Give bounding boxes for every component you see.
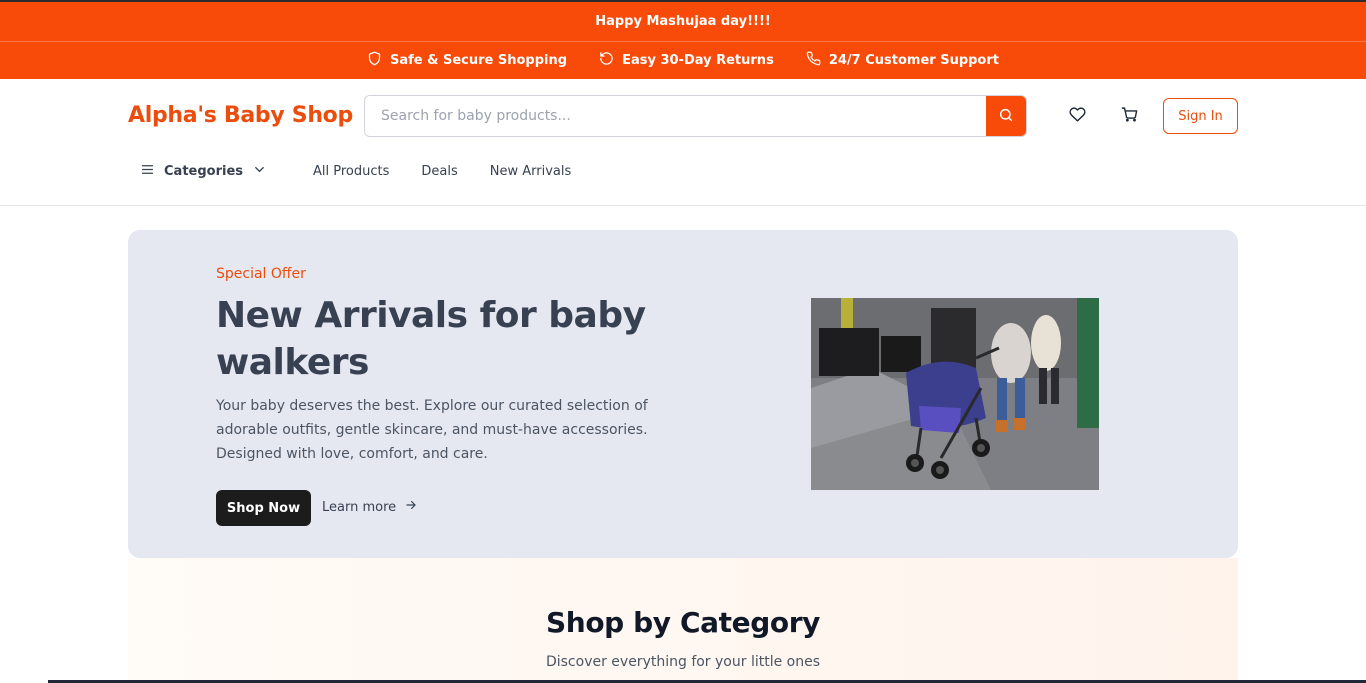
feature-label: Safe & Secure Shopping bbox=[389, 53, 568, 68]
refresh-icon bbox=[599, 51, 614, 70]
promo-banner: Happy Mashujaa day!!!! bbox=[0, 2, 1366, 42]
shield-icon bbox=[367, 51, 382, 70]
sign-in-button[interactable]: Sign In bbox=[1163, 98, 1238, 134]
hero-banner: Special Offer New Arrivals for baby walk… bbox=[128, 230, 1238, 558]
search-icon bbox=[998, 107, 1014, 126]
heart-icon bbox=[1068, 106, 1086, 127]
hero-eyebrow: Special Offer bbox=[216, 266, 306, 282]
hero-title: New Arrivals for baby walkers bbox=[216, 295, 646, 383]
menu-icon bbox=[140, 162, 155, 181]
hero-description: Your baby deserves the best. Explore our… bbox=[216, 398, 648, 462]
feature-support: 24/7 Customer Support bbox=[806, 51, 999, 70]
nav-link-deals[interactable]: Deals bbox=[421, 164, 457, 179]
phone-icon bbox=[806, 51, 821, 70]
feature-label: 24/7 Customer Support bbox=[828, 53, 999, 68]
section-subtitle: Discover everything for your little ones bbox=[545, 654, 821, 670]
nav-link-all-products[interactable]: All Products bbox=[313, 164, 389, 179]
chevron-down-icon bbox=[252, 162, 267, 181]
categories-dropdown[interactable]: Categories bbox=[140, 162, 267, 181]
shop-by-category-section: Shop by Category Discover everything for… bbox=[128, 558, 1238, 683]
arrow-right-icon bbox=[404, 498, 418, 516]
learn-more-label: Learn more bbox=[322, 499, 397, 515]
cart-button[interactable] bbox=[1119, 106, 1139, 126]
main-nav: Categories All Products Deals New Arriva… bbox=[140, 161, 571, 181]
shop-now-button[interactable]: Shop Now bbox=[216, 490, 311, 526]
announcement-bar: Happy Mashujaa day!!!! Safe & Secure Sho… bbox=[0, 0, 1366, 79]
search-bar bbox=[364, 95, 1027, 137]
nav-link-new-arrivals[interactable]: New Arrivals bbox=[490, 164, 572, 179]
site-header: Alpha's Baby Shop Sign In Categories bbox=[0, 79, 1366, 206]
feature-secure-shopping: Safe & Secure Shopping bbox=[367, 51, 567, 70]
shop-logo[interactable]: Alpha's Baby Shop bbox=[128, 103, 353, 128]
feature-strip: Safe & Secure Shopping Easy 30-Day Retur… bbox=[0, 42, 1366, 79]
wishlist-button[interactable] bbox=[1067, 106, 1087, 126]
feature-label: Easy 30-Day Returns bbox=[622, 53, 774, 68]
cart-icon bbox=[1121, 106, 1138, 127]
learn-more-link[interactable]: Learn more bbox=[322, 498, 418, 516]
search-button[interactable] bbox=[986, 96, 1026, 136]
search-input[interactable] bbox=[365, 96, 986, 136]
section-title: Shop by Category bbox=[546, 606, 820, 639]
hero-stroller-photo bbox=[811, 298, 1099, 490]
feature-returns: Easy 30-Day Returns bbox=[599, 51, 774, 70]
categories-label: Categories bbox=[164, 163, 244, 179]
